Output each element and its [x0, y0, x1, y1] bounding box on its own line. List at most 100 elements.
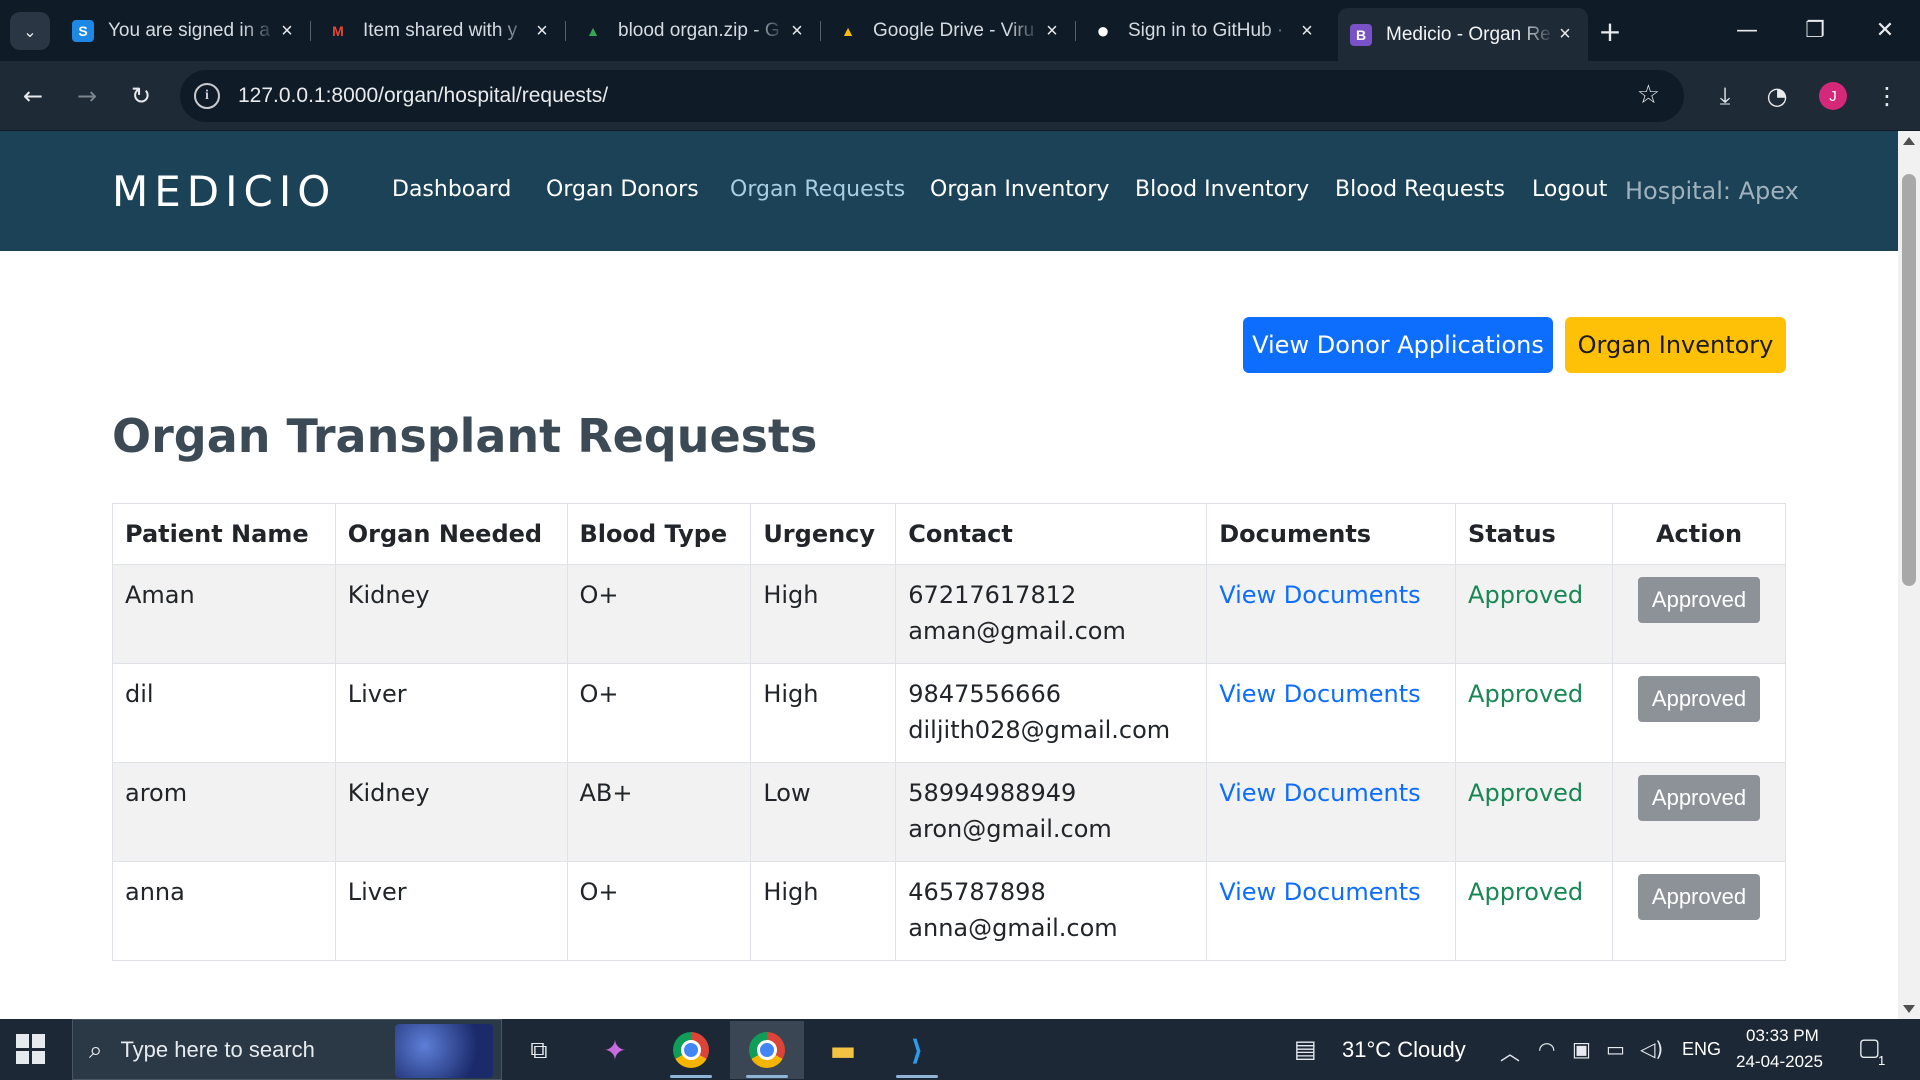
- weather-icon[interactable]: ▤: [1294, 1035, 1317, 1063]
- new-tab-button[interactable]: +: [1592, 13, 1628, 49]
- scroll-up-arrow-icon[interactable]: [1903, 137, 1915, 145]
- reload-button[interactable]: ↻: [122, 77, 160, 115]
- tab-title: Item shared with y: [363, 20, 518, 41]
- approved-button[interactable]: Approved: [1638, 676, 1760, 722]
- restore-button[interactable]: ❐: [1790, 12, 1840, 48]
- copilot-button[interactable]: ✦: [578, 1021, 652, 1079]
- view-documents-link[interactable]: View Documents: [1219, 581, 1420, 609]
- nav-organ-inventory[interactable]: Organ Inventory: [930, 177, 1109, 202]
- table-row: anna Liver O+ High 465787898 anna@gmail.…: [112, 861, 1786, 961]
- weather-text[interactable]: 31°C Cloudy: [1342, 1037, 1466, 1063]
- approved-button[interactable]: Approved: [1638, 775, 1760, 821]
- status-badge: Approved: [1468, 779, 1584, 807]
- browser-menu-button[interactable]: ⋮: [1868, 77, 1906, 115]
- browser-tab[interactable]: M Item shared with y ×: [315, 10, 566, 52]
- wifi-icon[interactable]: ◠: [1538, 1037, 1555, 1061]
- scroll-down-arrow-icon[interactable]: [1903, 1005, 1915, 1013]
- browser-tab-active[interactable]: B Medicio - Organ Re ×: [1338, 8, 1588, 61]
- close-icon[interactable]: ×: [1296, 20, 1318, 43]
- windows-start-button[interactable]: [16, 1034, 46, 1064]
- download-button[interactable]: ⤓: [1706, 77, 1744, 115]
- close-icon[interactable]: ×: [531, 20, 553, 43]
- contact-phone: 67217617812: [908, 581, 1077, 609]
- column-header-contact: Contact: [895, 503, 1208, 565]
- urgency-cell: High: [750, 564, 897, 664]
- file-explorer-button[interactable]: ▬: [806, 1021, 880, 1079]
- bookmark-star-icon[interactable]: ☆: [1637, 82, 1660, 108]
- column-header-organ-needed: Organ Needed: [334, 503, 568, 565]
- view-documents-link[interactable]: View Documents: [1219, 878, 1420, 906]
- forward-button[interactable]: →: [68, 77, 106, 115]
- action-cell: Approved: [1612, 663, 1786, 763]
- column-header-status: Status: [1455, 503, 1613, 565]
- arrow-right-icon: →: [76, 82, 98, 110]
- chevron-up-icon[interactable]: ︿: [1500, 1037, 1520, 1066]
- status-cell: Approved: [1455, 564, 1613, 664]
- drive-icon: ▲: [841, 23, 855, 39]
- copilot-icon: ✦: [603, 1033, 627, 1067]
- nav-organ-donors[interactable]: Organ Donors: [546, 177, 699, 202]
- bootstrap-icon: B: [1350, 23, 1372, 46]
- profile-button[interactable]: J: [1814, 77, 1852, 115]
- urgency-cell: Low: [750, 762, 897, 862]
- volume-icon[interactable]: ◁): [1640, 1037, 1663, 1061]
- close-icon[interactable]: ×: [1554, 23, 1576, 46]
- url-text[interactable]: 127.0.0.1:8000/organ/hospital/requests/: [238, 84, 608, 108]
- task-view-button[interactable]: ⧉: [502, 1021, 576, 1079]
- scrollbar-thumb[interactable]: [1902, 174, 1916, 586]
- clock-time[interactable]: 03:33 PM: [1746, 1026, 1819, 1046]
- minimize-button[interactable]: —: [1722, 12, 1772, 48]
- organ-inventory-button[interactable]: Organ Inventory: [1565, 317, 1786, 373]
- tab-title: blood organ.zip - G: [618, 20, 780, 41]
- contact-phone: 9847556666: [908, 680, 1061, 708]
- browser-tab[interactable]: ▲ blood organ.zip - G ×: [570, 10, 821, 52]
- contact-phone: 58994988949: [908, 779, 1077, 807]
- close-window-button[interactable]: ✕: [1860, 12, 1910, 48]
- approved-button[interactable]: Approved: [1638, 874, 1760, 920]
- patient-name-cell: Aman: [112, 564, 336, 664]
- organ-cell: Kidney: [334, 762, 568, 862]
- contact-email: aman@gmail.com: [908, 617, 1126, 645]
- blood-type-cell: O+: [566, 663, 752, 763]
- chrome-profile-taskbar-button[interactable]: [730, 1021, 804, 1079]
- organ-cell: Liver: [334, 861, 568, 961]
- nav-dashboard[interactable]: Dashboard: [392, 177, 511, 202]
- clock-date[interactable]: 24-04-2025: [1736, 1052, 1823, 1072]
- chrome-taskbar-button[interactable]: [654, 1021, 728, 1079]
- browser-tab[interactable]: ▲ Google Drive - Viru ×: [825, 10, 1076, 52]
- nav-organ-requests[interactable]: Organ Requests: [730, 177, 905, 202]
- performance-button[interactable]: ◔: [1758, 77, 1796, 115]
- site-header: MEDICIO Dashboard Organ Donors Organ Req…: [0, 131, 1898, 251]
- column-header-action: Action: [1612, 503, 1786, 565]
- view-documents-link[interactable]: View Documents: [1219, 680, 1420, 708]
- nav-logout[interactable]: Logout: [1532, 177, 1607, 202]
- battery-icon[interactable]: ▭: [1606, 1037, 1625, 1061]
- contact-cell: 67217617812 aman@gmail.com: [895, 564, 1208, 664]
- language-indicator[interactable]: ENG: [1682, 1039, 1721, 1060]
- tab-search-button[interactable]: ⌄: [10, 12, 50, 50]
- close-icon[interactable]: ×: [276, 20, 298, 43]
- nav-blood-requests[interactable]: Blood Requests: [1335, 177, 1505, 202]
- view-documents-link[interactable]: View Documents: [1219, 779, 1420, 807]
- close-icon[interactable]: ×: [1041, 20, 1063, 43]
- network-icon[interactable]: ▣: [1572, 1037, 1591, 1061]
- column-header-documents: Documents: [1206, 503, 1457, 565]
- back-button[interactable]: ←: [14, 77, 52, 115]
- search-icon: ⌕: [89, 1035, 103, 1064]
- contact-cell: 58994988949 aron@gmail.com: [895, 762, 1208, 862]
- taskbar-search-box[interactable]: ⌕ Type here to search: [72, 1019, 502, 1080]
- address-bar[interactable]: i 127.0.0.1:8000/organ/hospital/requests…: [180, 70, 1684, 122]
- close-icon[interactable]: ×: [786, 20, 808, 43]
- browser-tab[interactable]: ● Sign in to GitHub · ×: [1080, 10, 1330, 52]
- site-info-icon[interactable]: i: [194, 83, 220, 109]
- page-scrollbar[interactable]: [1898, 131, 1920, 1019]
- vscode-taskbar-button[interactable]: ⟩: [880, 1021, 954, 1079]
- more-vert-icon: ⋮: [1875, 82, 1899, 110]
- nav-blood-inventory[interactable]: Blood Inventory: [1135, 177, 1309, 202]
- chevron-down-icon: ⌄: [23, 21, 37, 41]
- browser-tab[interactable]: S You are signed in a ×: [60, 10, 311, 52]
- view-donor-applications-button[interactable]: View Donor Applications: [1243, 317, 1553, 373]
- approved-button[interactable]: Approved: [1638, 577, 1760, 623]
- search-placeholder: Type here to search: [120, 1036, 315, 1062]
- contact-email: aron@gmail.com: [908, 815, 1112, 843]
